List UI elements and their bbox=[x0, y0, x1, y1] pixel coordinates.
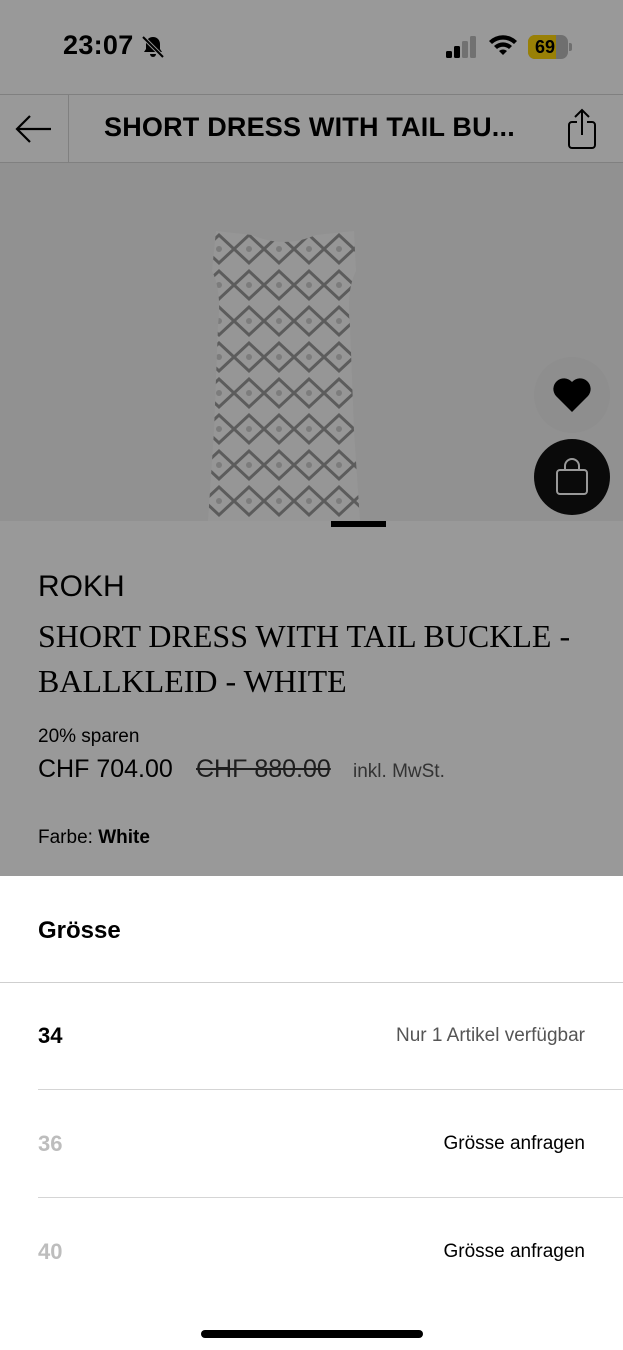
size-option-34[interactable]: 34 Nur 1 Artikel verfügbar bbox=[38, 983, 623, 1090]
divider bbox=[38, 1089, 623, 1090]
divider bbox=[38, 1197, 623, 1198]
size-value: 36 bbox=[38, 1131, 63, 1156]
size-value: 34 bbox=[38, 1023, 63, 1048]
home-indicator bbox=[201, 1330, 423, 1338]
request-size-link[interactable]: Grösse anfragen bbox=[443, 1241, 585, 1263]
modal-backdrop[interactable] bbox=[0, 0, 623, 876]
request-size-link[interactable]: Grösse anfragen bbox=[443, 1133, 585, 1155]
sheet-title: Grösse bbox=[38, 917, 121, 944]
availability-text: Nur 1 Artikel verfügbar bbox=[395, 1025, 585, 1046]
size-selection-sheet: Grösse 34 Nur 1 Artikel verfügbar 36 Grö… bbox=[0, 876, 623, 1350]
size-option-40[interactable]: 40 Grösse anfragen bbox=[38, 1199, 623, 1299]
size-option-36[interactable]: 36 Grösse anfragen bbox=[38, 1091, 623, 1198]
size-value: 40 bbox=[38, 1239, 63, 1264]
